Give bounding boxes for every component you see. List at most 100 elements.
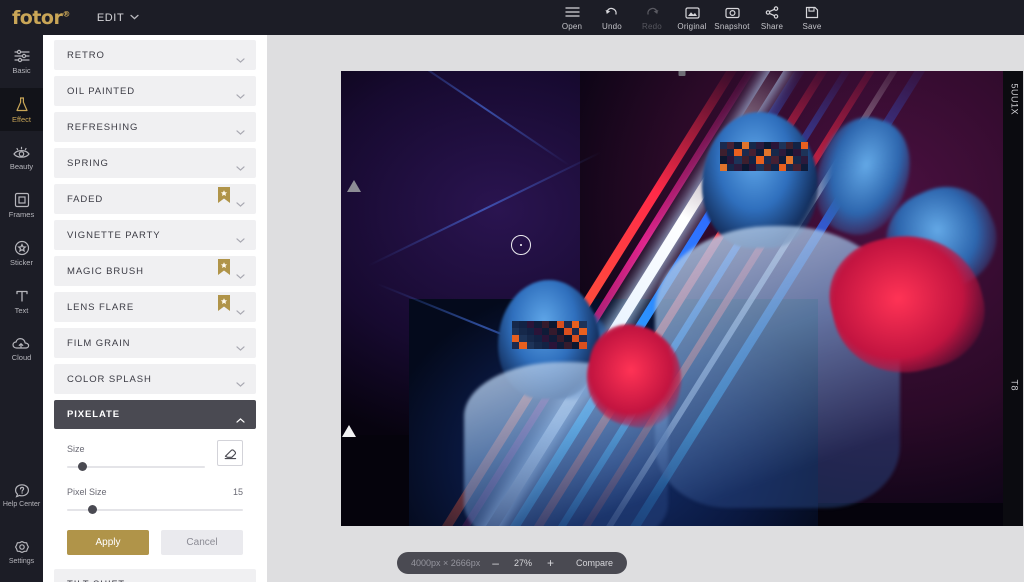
pixel-size-label: Pixel Size bbox=[67, 487, 107, 497]
size-slider-knob[interactable] bbox=[78, 462, 87, 471]
gear-icon bbox=[14, 540, 30, 556]
sidebar-item-beauty-label: Beauty bbox=[10, 162, 33, 171]
zoom-in-button[interactable]: + bbox=[547, 557, 554, 569]
fotor-logo[interactable]: fotor® bbox=[12, 7, 70, 29]
sidebar-item-effect-label: Effect bbox=[12, 115, 31, 124]
effect-item-lens-flare[interactable]: LENS FLARE bbox=[54, 292, 256, 322]
effects-panel: RETRO OIL PAINTED REFRESHING SPRING FADE… bbox=[43, 35, 267, 582]
cancel-button[interactable]: Cancel bbox=[161, 530, 243, 555]
sidebar-bottom-group: Help Center Settings bbox=[0, 460, 43, 574]
effect-item-magic-brush-label: MAGIC BRUSH bbox=[67, 266, 144, 277]
sidebar-item-cloud[interactable]: Cloud bbox=[0, 328, 43, 371]
effect-item-film-grain[interactable]: FILM GRAIN bbox=[54, 328, 256, 358]
sidebar-item-frames-label: Frames bbox=[9, 210, 34, 219]
toolbar-original-button[interactable]: Original bbox=[672, 0, 712, 35]
share-icon bbox=[765, 5, 779, 20]
sidebar-item-beauty[interactable]: Beauty bbox=[0, 136, 43, 179]
apply-button[interactable]: Apply bbox=[67, 530, 149, 555]
sliders-icon bbox=[13, 48, 31, 64]
effect-item-pixelate-label: PIXELATE bbox=[67, 409, 120, 420]
effect-item-color-splash[interactable]: COLOR SPLASH bbox=[54, 364, 256, 394]
toolbar-undo-button[interactable]: Undo bbox=[592, 0, 632, 35]
sidebar-item-sticker[interactable]: Sticker bbox=[0, 232, 43, 275]
undo-icon bbox=[604, 5, 620, 20]
eye-icon bbox=[12, 145, 31, 160]
effect-item-faded[interactable]: FADED bbox=[54, 184, 256, 214]
edited-photo[interactable]: 5UU1X T8 bbox=[341, 71, 1023, 526]
menu-icon bbox=[565, 5, 580, 20]
pixelate-action-buttons: Apply Cancel bbox=[67, 530, 243, 565]
pixel-size-slider[interactable] bbox=[67, 504, 243, 516]
effects-list: RETRO OIL PAINTED REFRESHING SPRING FADE… bbox=[43, 35, 267, 582]
canvas-area[interactable]: 5UU1X T8 bbox=[267, 35, 1024, 582]
chevron-down-icon bbox=[236, 303, 245, 312]
edit-menu-button[interactable]: EDIT bbox=[92, 9, 144, 27]
effect-item-pixelate[interactable]: PIXELATE bbox=[54, 400, 256, 429]
sidebar-item-basic[interactable]: Basic bbox=[0, 40, 43, 83]
zoom-out-button[interactable]: – bbox=[492, 557, 499, 569]
pixel-size-slider-knob[interactable] bbox=[88, 505, 97, 514]
effect-item-vignette-party[interactable]: VIGNETTE PARTY bbox=[54, 220, 256, 250]
size-slider[interactable] bbox=[67, 461, 205, 473]
crop-handle-top[interactable] bbox=[679, 71, 686, 76]
flask-icon bbox=[14, 96, 30, 113]
pixelated-region-left-face bbox=[512, 321, 587, 348]
compare-button[interactable]: Compare bbox=[576, 558, 613, 568]
brand-registered-mark: ® bbox=[62, 9, 70, 18]
chevron-down-icon bbox=[236, 159, 245, 168]
toolbar-redo-button[interactable]: Redo bbox=[632, 0, 672, 35]
sidebar-item-effect[interactable]: Effect bbox=[0, 88, 43, 131]
effect-item-oil-painted[interactable]: OIL PAINTED bbox=[54, 76, 256, 106]
effect-item-tilt-shift[interactable]: TILT-SHIFT bbox=[54, 569, 256, 582]
toolbar-snapshot-button[interactable]: Snapshot bbox=[712, 0, 752, 35]
sidebar-item-help-center[interactable]: Help Center bbox=[0, 474, 43, 517]
pixel-size-value: 15 bbox=[233, 487, 243, 497]
effect-item-color-splash-label: COLOR SPLASH bbox=[67, 374, 152, 385]
toolbar-original-label: Original bbox=[677, 22, 706, 31]
marker-triangle-gray[interactable] bbox=[347, 180, 361, 192]
toolbar-open-button[interactable]: Open bbox=[552, 0, 592, 35]
effect-item-lens-flare-label: LENS FLARE bbox=[67, 302, 134, 313]
eraser-button[interactable] bbox=[217, 440, 243, 466]
toolbar-save-button[interactable]: Save bbox=[792, 0, 832, 35]
cloud-icon bbox=[12, 337, 31, 351]
help-icon bbox=[14, 483, 30, 499]
effect-item-retro[interactable]: RETRO bbox=[54, 40, 256, 70]
zoom-level: 27% bbox=[511, 558, 535, 568]
redo-icon bbox=[644, 5, 660, 20]
size-label: Size bbox=[67, 444, 85, 454]
sidebar-item-text[interactable]: Text bbox=[0, 280, 43, 323]
canvas-edge-strip: 5UU1X T8 bbox=[1003, 71, 1023, 526]
effect-item-refreshing[interactable]: REFRESHING bbox=[54, 112, 256, 142]
sidebar-item-frames[interactable]: Frames bbox=[0, 184, 43, 227]
chevron-down-icon bbox=[236, 231, 245, 240]
chevron-down-icon bbox=[236, 267, 245, 276]
sticker-icon bbox=[14, 240, 30, 256]
size-slider-track bbox=[67, 466, 205, 468]
toolbar-save-label: Save bbox=[802, 22, 821, 31]
status-bar: 4000px × 2666px – 27% + Compare bbox=[397, 552, 627, 574]
toolbar-open-label: Open bbox=[562, 22, 582, 31]
save-icon bbox=[805, 5, 819, 20]
effect-item-spring-label: SPRING bbox=[67, 158, 109, 169]
sidebar-item-settings-label: Settings bbox=[9, 558, 34, 565]
sidebar-item-help-center-label: Help Center bbox=[3, 501, 40, 508]
photo-frame[interactable]: 5UU1X T8 bbox=[341, 71, 1023, 526]
fotor-editor-window: fotor® EDIT Open Undo bbox=[0, 0, 1024, 582]
image-dimensions: 4000px × 2666px bbox=[411, 558, 480, 568]
chevron-down-icon bbox=[236, 51, 245, 60]
effect-item-tilt-shift-label: TILT-SHIFT bbox=[67, 579, 125, 582]
effect-item-film-grain-label: FILM GRAIN bbox=[67, 338, 130, 349]
top-bar: fotor® EDIT Open Undo bbox=[0, 0, 1024, 35]
chevron-down-icon bbox=[236, 195, 245, 204]
effect-item-oil-painted-label: OIL PAINTED bbox=[67, 86, 135, 97]
premium-badge-icon bbox=[218, 295, 230, 311]
image-icon bbox=[685, 5, 700, 20]
sidebar-item-settings[interactable]: Settings bbox=[0, 531, 43, 574]
effect-item-magic-brush[interactable]: MAGIC BRUSH bbox=[54, 256, 256, 286]
sidebar-item-basic-label: Basic bbox=[12, 66, 30, 75]
toolbar-share-button[interactable]: Share bbox=[752, 0, 792, 35]
toolbar-redo-label: Redo bbox=[642, 22, 662, 31]
effect-item-spring[interactable]: SPRING bbox=[54, 148, 256, 178]
marker-triangle-white[interactable] bbox=[342, 425, 356, 437]
